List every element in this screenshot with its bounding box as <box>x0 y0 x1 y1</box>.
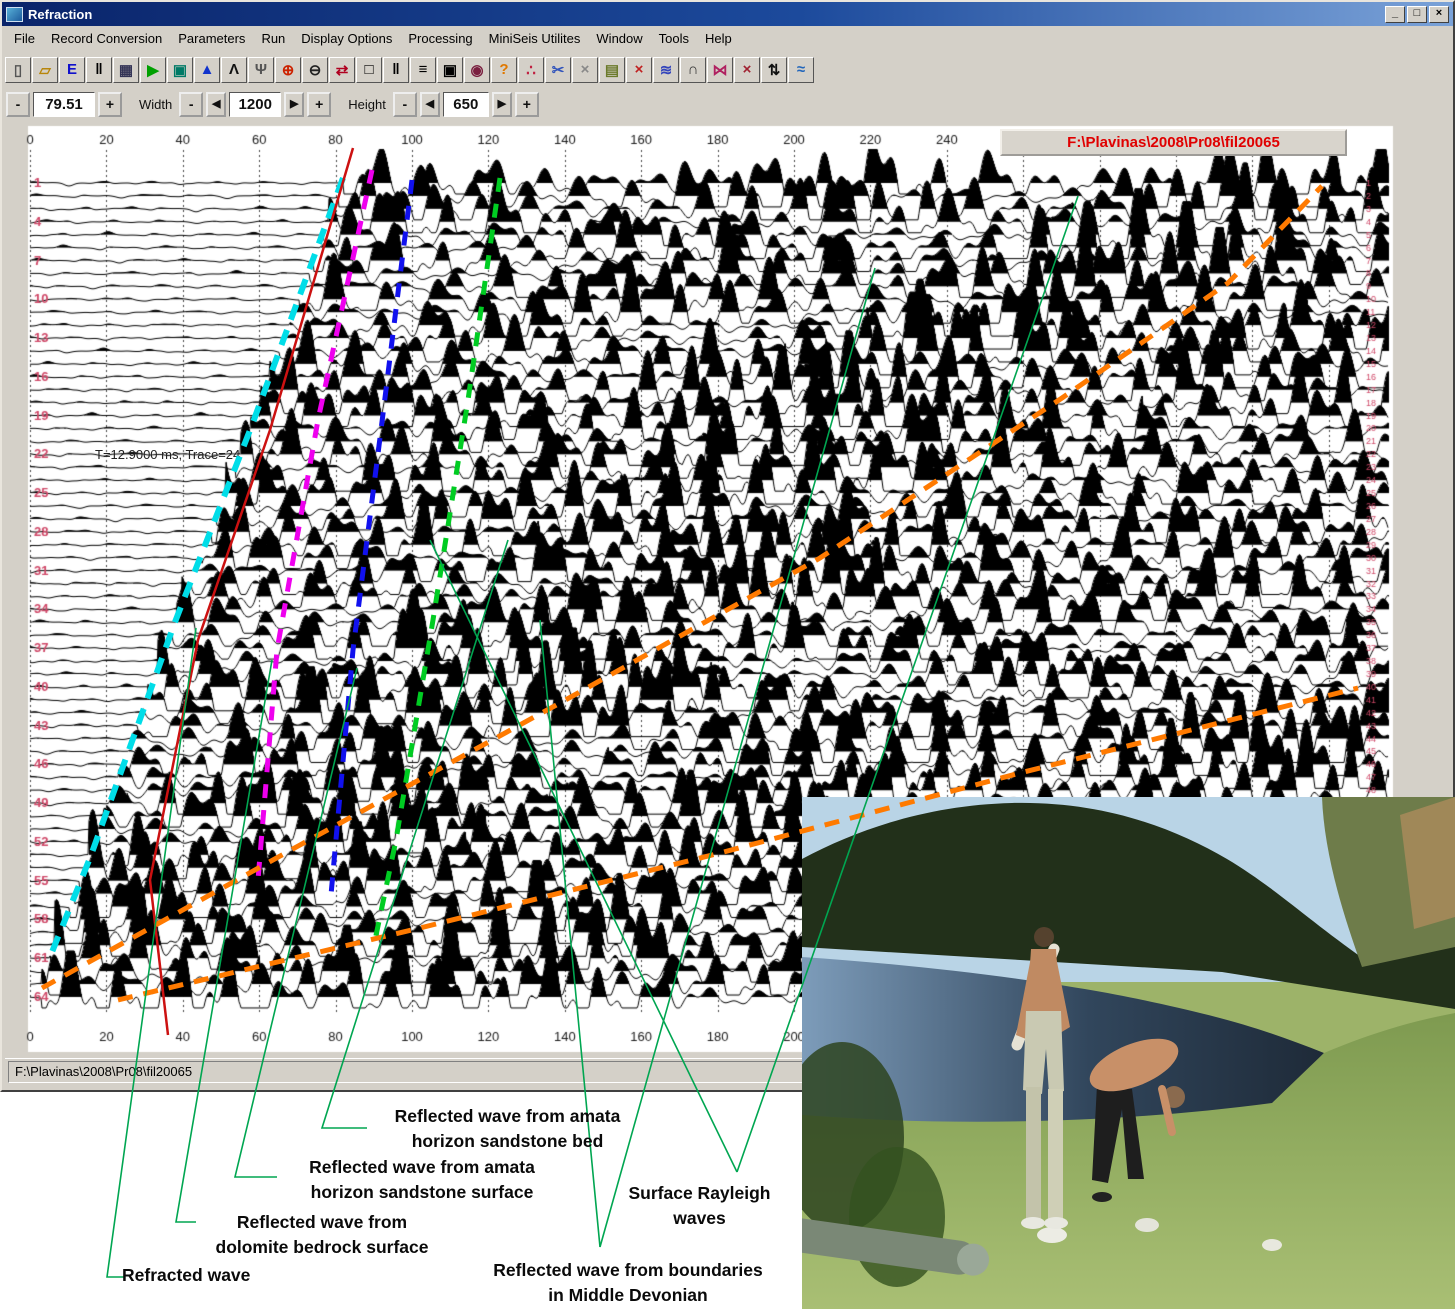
record-file-label: F:\Plavinas\2008\Pr08\fil20065 <box>1000 129 1347 156</box>
label-reflected-dolomite: Reflected wave from dolomite bedrock sur… <box>162 1210 482 1261</box>
field-photo-graphic <box>802 797 1455 1309</box>
label-reflected-amata-surface: Reflected wave from amata horizon sandst… <box>252 1155 592 1206</box>
label-reflected-amata-bed: Reflected wave from amata horizon sandst… <box>340 1104 675 1155</box>
field-photo <box>802 797 1455 1309</box>
cursor-readout: T=12.9000 ms, Trace=24 <box>95 447 240 462</box>
label-refracted-wave: Refracted wave <box>122 1263 362 1288</box>
label-surface-rayleigh: Surface Rayleigh waves <box>597 1181 802 1232</box>
label-reflected-devonian: Reflected wave from boundaries in Middle… <box>448 1258 808 1309</box>
